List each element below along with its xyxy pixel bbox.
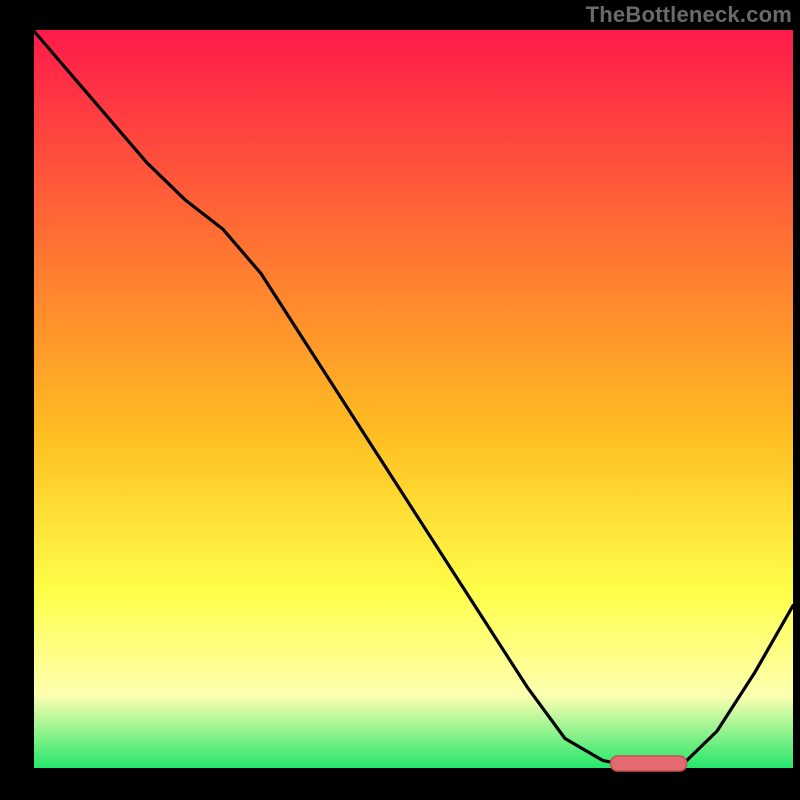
- bottleneck-chart: [0, 0, 800, 800]
- gradient-background: [33, 30, 793, 770]
- y-axis: [25, 25, 34, 777]
- chart-frame: { "watermark": "TheBottleneck.com", "col…: [0, 0, 800, 800]
- optimal-marker: [611, 756, 687, 771]
